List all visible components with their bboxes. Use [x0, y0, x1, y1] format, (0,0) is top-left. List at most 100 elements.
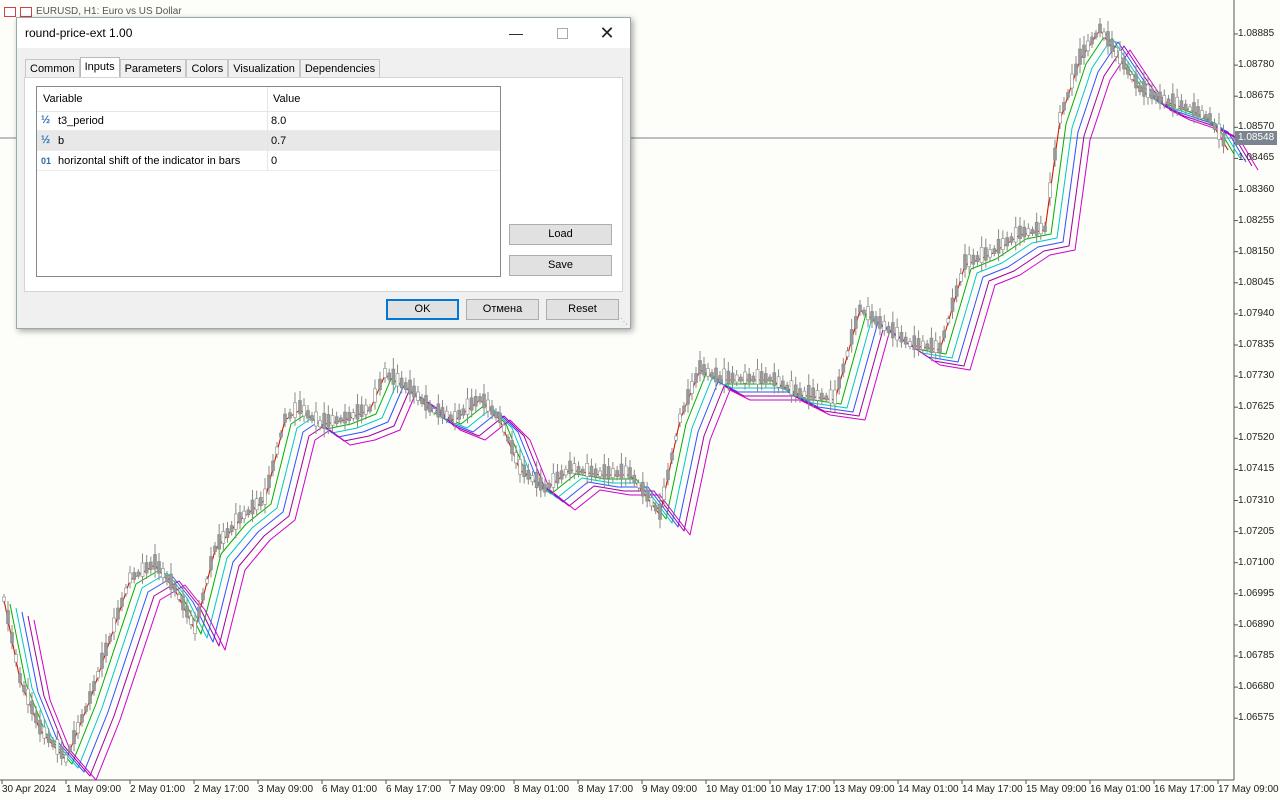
- candle-body: [242, 510, 246, 520]
- candle-body: [1142, 80, 1146, 97]
- candle-body: [666, 469, 670, 481]
- candle-body: [606, 466, 611, 479]
- resize-grip-icon[interactable]: ⋱: [620, 318, 628, 326]
- candle-body: [862, 309, 866, 315]
- candle-body: [104, 642, 108, 656]
- candle-body: [530, 475, 535, 483]
- candle-body: [820, 392, 824, 401]
- candle-body: [213, 545, 217, 552]
- price-level-label: 1.07625: [1238, 401, 1275, 413]
- time-label: 10 May 17:00: [770, 784, 831, 795]
- close-button[interactable]: ✕: [584, 18, 630, 48]
- candle-body: [942, 330, 946, 339]
- candle-body: [1066, 92, 1070, 98]
- grid-row-t3-period[interactable]: ½ t3_period 8.0: [37, 111, 500, 131]
- candle-body: [1094, 32, 1098, 38]
- dialog-titlebar[interactable]: round-price-ext 1.00 — ✕: [17, 18, 630, 48]
- time-label: 1 May 09:00: [66, 784, 122, 795]
- time-label: 2 May 17:00: [194, 784, 250, 795]
- inputs-grid[interactable]: Variable Value ½ t3_period 8.0 ½ b 0.7 0…: [36, 86, 501, 277]
- column-header-variable[interactable]: Variable: [43, 93, 83, 105]
- candle-body: [189, 615, 193, 625]
- tab-colors[interactable]: Colors: [186, 59, 229, 78]
- variable-value[interactable]: 8.0: [271, 115, 286, 127]
- candle-body: [177, 594, 181, 600]
- maximize-button[interactable]: [539, 18, 585, 48]
- chart-title: EURUSD, H1: Euro vs US Dollar: [4, 6, 182, 17]
- price-level-label: 1.07310: [1238, 494, 1275, 506]
- tab-visualization[interactable]: Visualization: [228, 59, 300, 78]
- column-header-value[interactable]: Value: [273, 93, 300, 105]
- candle-body: [1009, 236, 1014, 243]
- candle-body: [100, 652, 104, 669]
- candle-body: [895, 327, 899, 341]
- integer-type-icon: 01: [41, 156, 52, 166]
- candle-body: [1166, 98, 1171, 105]
- variable-value[interactable]: 0: [271, 155, 277, 167]
- candle-body: [886, 325, 891, 333]
- candle-body: [694, 373, 698, 383]
- candle-body: [506, 436, 510, 442]
- candle-body: [593, 468, 598, 477]
- tab-inputs[interactable]: Inputs: [79, 57, 120, 79]
- reset-button[interactable]: Reset: [546, 299, 619, 320]
- cancel-button[interactable]: Отмена: [466, 299, 539, 320]
- tab-common[interactable]: Common: [25, 59, 80, 78]
- candle-body: [197, 606, 201, 618]
- cell-divider: [267, 151, 268, 171]
- candle-body: [632, 474, 637, 484]
- time-label: 10 May 01:00: [706, 784, 767, 795]
- candle-body: [391, 368, 396, 385]
- indicator-properties-dialog: round-price-ext 1.00 — ✕ Common Inputs P…: [16, 17, 631, 329]
- price-level-label: 1.08150: [1238, 245, 1275, 257]
- candle-body: [518, 459, 522, 475]
- variable-value[interactable]: 0.7: [271, 135, 286, 147]
- candle-body: [824, 395, 829, 401]
- candle-body: [984, 247, 988, 261]
- time-label: 14 May 01:00: [898, 784, 959, 795]
- time-label: 16 May 17:00: [1154, 784, 1215, 795]
- ok-button[interactable]: OK: [386, 299, 459, 320]
- candle-body: [866, 306, 870, 321]
- tab-dependencies[interactable]: Dependencies: [299, 59, 381, 78]
- candle-body: [339, 417, 343, 423]
- candle-body: [132, 572, 136, 580]
- candle-body: [585, 463, 589, 477]
- grid-row-horizontal-shift[interactable]: 01 horizontal shift of the indicator in …: [37, 151, 500, 171]
- candle-body: [1138, 85, 1142, 93]
- price-level-label: 1.06995: [1238, 587, 1275, 599]
- candle-body: [510, 440, 514, 455]
- candle-body: [776, 376, 781, 388]
- candle-body: [136, 571, 141, 577]
- column-divider[interactable]: [267, 87, 268, 111]
- price-level-label: 1.07415: [1238, 463, 1275, 475]
- candle-body: [1183, 103, 1188, 111]
- candle-body: [343, 411, 347, 424]
- candle-body: [1018, 225, 1022, 239]
- candle-body: [185, 605, 189, 618]
- save-button[interactable]: Save: [509, 255, 612, 276]
- candle-body: [1022, 226, 1026, 238]
- candle-body: [14, 654, 18, 663]
- candle-body: [534, 472, 539, 489]
- candle-body: [710, 372, 714, 378]
- time-label: 30 Apr 2024: [2, 784, 56, 795]
- minimize-button[interactable]: —: [493, 18, 539, 48]
- grid-row-b[interactable]: ½ b 0.7: [37, 131, 500, 151]
- candle-body: [891, 322, 895, 339]
- candle-body: [416, 391, 420, 401]
- candle-body: [412, 385, 416, 398]
- candle-body: [992, 248, 997, 254]
- candle-body: [925, 343, 929, 350]
- candle-body: [326, 414, 331, 428]
- candle-body: [828, 389, 833, 404]
- candle-body: [555, 471, 560, 484]
- candle-body: [359, 404, 364, 418]
- candle-body: [971, 254, 976, 265]
- load-button[interactable]: Load: [509, 224, 612, 245]
- candle-body: [743, 371, 747, 384]
- candle-body: [490, 405, 494, 415]
- candle-body: [30, 700, 34, 714]
- candle-body: [1204, 114, 1208, 120]
- tab-parameters[interactable]: Parameters: [119, 59, 187, 78]
